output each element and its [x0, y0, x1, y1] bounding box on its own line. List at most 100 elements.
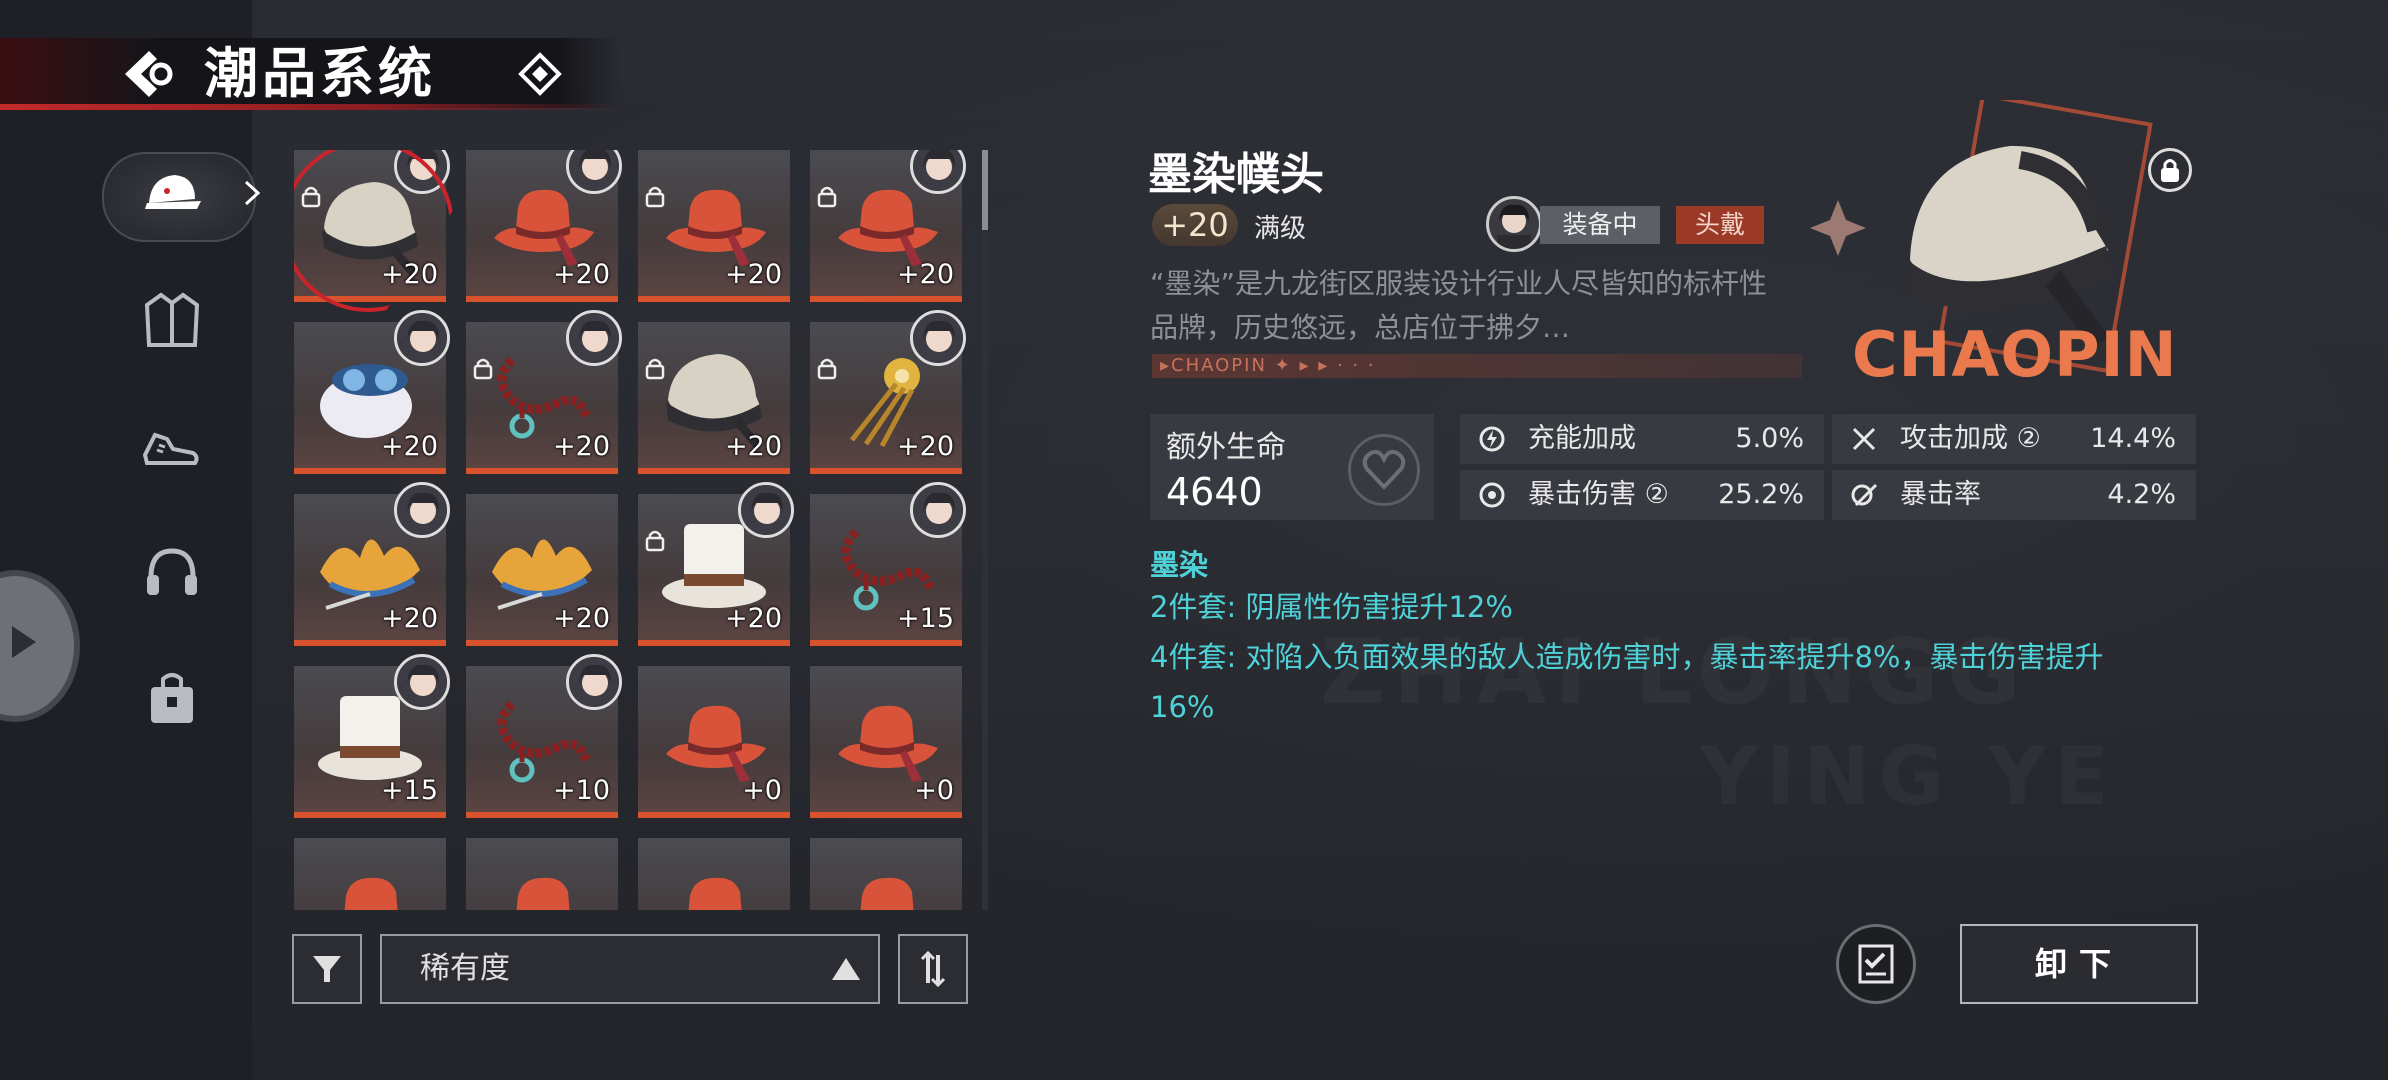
- lock-icon: [817, 358, 837, 380]
- cap-icon: [145, 175, 201, 209]
- main-stat: 额外生命 4640: [1150, 414, 1434, 520]
- item-level: +20: [553, 431, 610, 462]
- sub-stat: 充能加成 5.0%: [1460, 414, 1824, 464]
- item-slot[interactable]: [294, 838, 446, 910]
- category-shoes[interactable]: [132, 406, 212, 486]
- item-level: +20: [381, 603, 438, 634]
- filter-button[interactable]: [292, 934, 362, 1004]
- category-bag[interactable]: [132, 658, 212, 738]
- item-slot[interactable]: +20: [810, 310, 966, 474]
- slot-tag: 头戴: [1676, 206, 1764, 244]
- lock-icon: [817, 186, 837, 208]
- filter-icon: [313, 956, 341, 982]
- character-portrait-icon: [1497, 204, 1531, 249]
- owner-avatar: [566, 310, 622, 366]
- chevron-right-icon: [244, 180, 261, 206]
- item-level: +20: [553, 603, 610, 634]
- scrollbar-thumb[interactable]: [982, 150, 988, 230]
- info-button[interactable]: [518, 52, 562, 96]
- item-slot[interactable]: +20: [294, 150, 454, 312]
- lock-icon: [645, 186, 665, 208]
- item-slot[interactable]: +20: [810, 150, 966, 302]
- item-slot[interactable]: +20: [638, 322, 790, 474]
- main-stat-label: 额外生命: [1166, 430, 1286, 465]
- brand-art-text: CHAOPIN: [1852, 318, 2178, 391]
- item-slot[interactable]: +20: [638, 150, 790, 302]
- owner-avatar: [394, 482, 450, 538]
- item-slot[interactable]: +0: [810, 666, 962, 818]
- category-headwear[interactable]: [132, 154, 212, 234]
- diamond-icon: [518, 52, 562, 96]
- item-slot[interactable]: +20: [466, 150, 622, 302]
- energy-icon: [1479, 426, 1505, 452]
- swords-icon: [1852, 427, 1876, 451]
- crit-icon: [1851, 483, 1878, 507]
- lock-icon: [645, 530, 665, 552]
- item-level: +20: [381, 431, 438, 462]
- target-icon: [1479, 482, 1505, 508]
- item-slot[interactable]: +0: [638, 666, 790, 818]
- owner-avatar: [566, 654, 622, 710]
- item-slot[interactable]: [466, 838, 618, 910]
- sort-order-icon: [920, 950, 946, 988]
- heart-icon: [1348, 434, 1420, 506]
- category-top[interactable]: [132, 280, 212, 360]
- item-slot[interactable]: [638, 838, 790, 910]
- jacket-icon: [144, 292, 200, 347]
- lock-icon: [473, 358, 493, 380]
- item-name: 墨染幞头: [1148, 149, 1324, 200]
- set-bonus-4-continued: 16%: [1150, 690, 1215, 724]
- set-name: 墨染: [1150, 548, 1209, 582]
- unequip-button[interactable]: 卸下: [1960, 924, 2198, 1004]
- item-level: +20: [897, 259, 954, 290]
- lock-icon: [2161, 159, 2179, 182]
- sub-stat: 暴击率 4.2%: [1832, 470, 2196, 520]
- item-slot[interactable]: +20: [466, 494, 618, 646]
- sort-order-button[interactable]: [898, 934, 968, 1004]
- sub-stat: 暴击伤害 ② 25.2%: [1460, 470, 1824, 520]
- back-button[interactable]: [118, 46, 180, 102]
- arrow-right-icon: [12, 626, 36, 658]
- item-slot[interactable]: +20: [294, 310, 450, 474]
- item-level-badge: +20: [1152, 204, 1238, 246]
- lock-toggle-button[interactable]: [2148, 148, 2192, 192]
- owner-avatar: [910, 482, 966, 538]
- checklist-icon: [1858, 944, 1894, 984]
- headphones-icon: [147, 548, 197, 595]
- item-slot[interactable]: +20: [466, 310, 622, 474]
- bag-icon: [151, 673, 193, 723]
- item-slot[interactable]: +15: [294, 654, 450, 818]
- item-slot[interactable]: [810, 838, 962, 910]
- item-description: “墨染”是九龙街区服装设计行业人尽皆知的标杆性品牌，历史悠远，总店位于拂夕…: [1150, 267, 1768, 344]
- item-red-hat-icon: [688, 877, 742, 910]
- set-bonus-4: 4件套: 对陷入负面效果的敌人造成伤害时，暴击率提升8%，暴击伤害提升: [1150, 640, 2104, 674]
- sub-stat: 攻击加成 ② 14.4%: [1832, 414, 2196, 464]
- brand-strip: ▸CHAOPIN ✦ ▸ ▸ · · ·: [1152, 354, 1802, 378]
- owner-avatar: [394, 310, 450, 366]
- equip-status-badge: 装备中: [1540, 206, 1660, 244]
- item-red-hat-icon: [344, 877, 398, 910]
- item-slot[interactable]: +15: [810, 482, 966, 646]
- page-title: 潮品系统: [204, 41, 436, 105]
- item-level: +20: [725, 603, 782, 634]
- owner-avatar: [910, 310, 966, 366]
- item-grid: +20 +20 +20 +20 +20 +20 +20 +20 +20 +20 +20 +15 +15 +…: [294, 150, 966, 910]
- equipped-character-avatar[interactable]: [1486, 196, 1542, 252]
- background-decor: YING YE: [1700, 730, 2117, 823]
- item-level: +20: [553, 259, 610, 290]
- item-level: +0: [914, 775, 954, 806]
- item-slot[interactable]: +10: [466, 654, 622, 818]
- owner-avatar: [394, 654, 450, 710]
- item-level: +20: [725, 431, 782, 462]
- item-grid-scrollbar[interactable]: [982, 150, 988, 910]
- item-level: +0: [742, 775, 782, 806]
- owner-avatar: [738, 482, 794, 538]
- back-arrow-icon: [125, 51, 173, 97]
- item-red-hat-icon: [516, 877, 570, 910]
- category-accessory[interactable]: [132, 532, 212, 612]
- compare-button[interactable]: [1836, 924, 1916, 1004]
- set-bonus-2: 2件套: 阴属性伤害提升12%: [1150, 590, 1513, 624]
- item-slot[interactable]: +20: [638, 482, 794, 646]
- item-slot[interactable]: +20: [294, 482, 450, 646]
- sort-select[interactable]: 稀有度: [380, 934, 880, 1004]
